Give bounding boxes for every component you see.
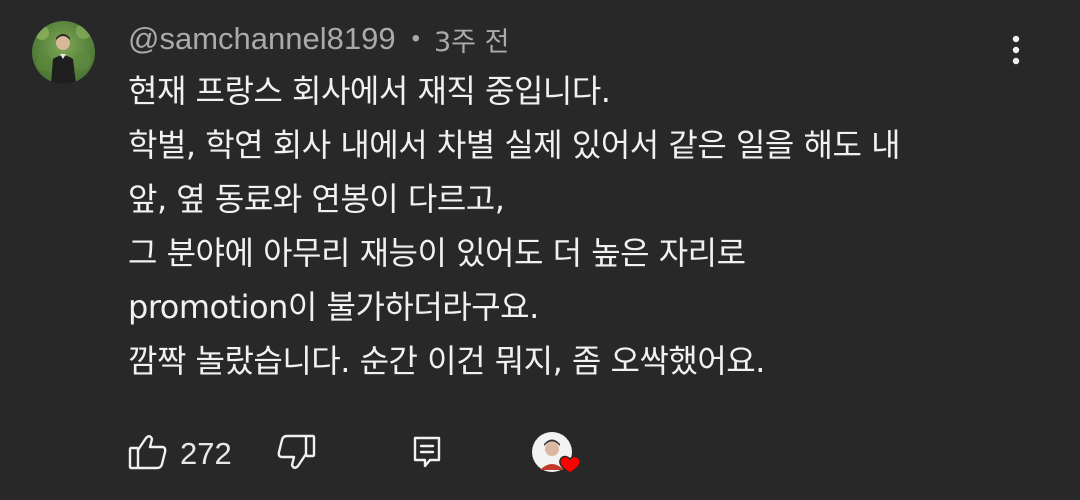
comment-text: 현재 프랑스 회사에서 재직 중입니다. 학벌, 학연 회사 내에서 차별 실제…	[128, 64, 1058, 388]
comment-line: 그 분야에 아무리 재능이 있어도 더 높은 자리로	[128, 234, 746, 272]
avatar-image	[32, 21, 95, 84]
thumbs-down-icon	[277, 434, 316, 469]
comment-header: @samchannel8199 • 3주 전	[128, 18, 509, 60]
author-name[interactable]: @samchannel8199	[128, 21, 396, 57]
author-avatar[interactable]	[32, 21, 95, 84]
comment-timestamp[interactable]: 3주 전	[434, 20, 509, 59]
reply-button[interactable]	[410, 432, 444, 472]
comment-line: 앞, 옆 동료와 연봉이 다르고,	[128, 180, 505, 218]
comment-line: promotion이 불가하더라구요.	[128, 288, 539, 326]
dislike-button[interactable]	[274, 432, 318, 472]
like-count: 272	[180, 436, 232, 471]
creator-heart-badge	[530, 430, 588, 482]
comment-line: 학벌, 학연 회사 내에서 차별 실제 있어서 같은 일을 해도 내	[128, 126, 901, 164]
comment-line: 현재 프랑스 회사에서 재직 중입니다.	[128, 72, 611, 110]
reply-icon	[413, 436, 441, 468]
separator-dot: •	[411, 25, 420, 52]
like-button[interactable]	[126, 432, 170, 472]
thumbs-up-icon	[128, 435, 167, 470]
comment-line: 깜짝 놀랐습니다. 순간 이건 뭐지, 좀 오싹했어요.	[128, 342, 765, 380]
creator-heart-icon	[532, 432, 581, 474]
